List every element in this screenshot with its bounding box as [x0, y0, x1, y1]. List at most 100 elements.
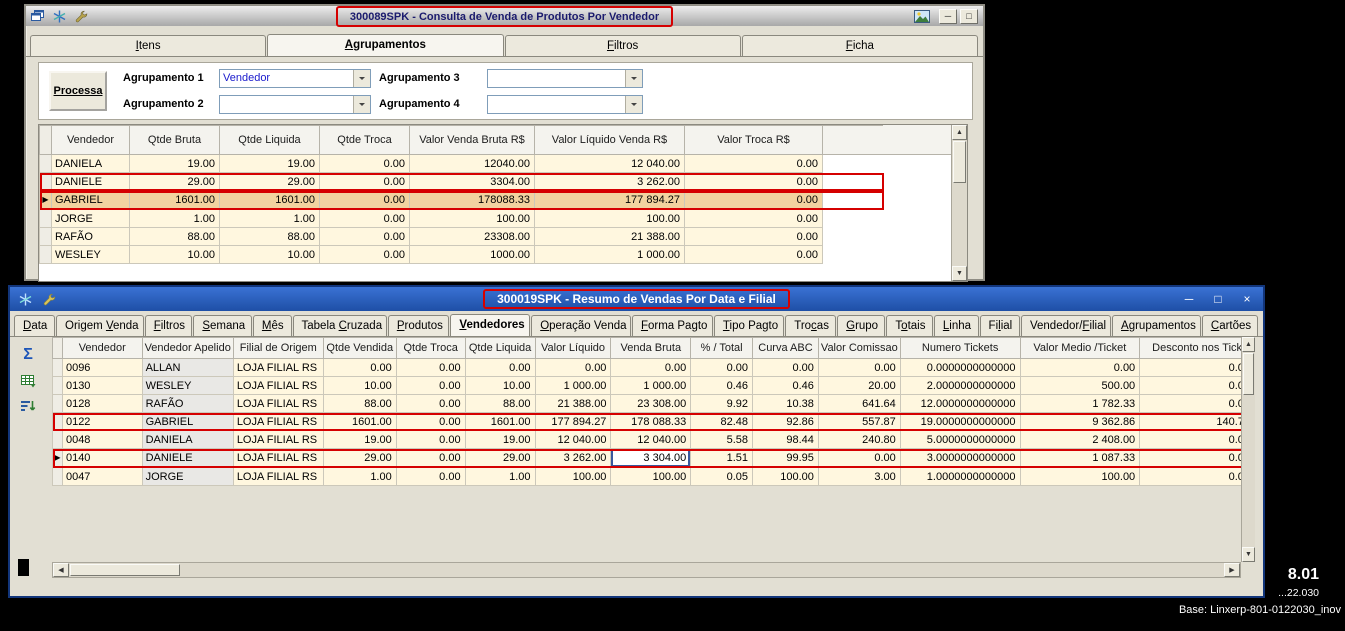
cell[interactable]: GABRIEL	[141, 412, 234, 431]
agrupamento-3-select[interactable]	[487, 68, 643, 88]
cell[interactable]: 2.0000000000000	[899, 376, 1021, 395]
cell[interactable]: 0.00	[319, 245, 410, 264]
column-header[interactable]: Desconto nos Tick	[1139, 337, 1255, 359]
agrupamento-1-select[interactable]: Vendedor	[219, 68, 371, 88]
table-row[interactable]: JORGE 1.00 1.00 0.00 100.00 100.00 0.00	[39, 209, 884, 228]
cell[interactable]: JORGE	[51, 209, 130, 228]
cascade-windows-icon[interactable]	[31, 10, 44, 22]
cell[interactable]: 12.0000000000000	[899, 394, 1021, 413]
cell[interactable]: 98.44	[752, 430, 819, 449]
cell[interactable]: 0.00	[684, 209, 823, 228]
cell[interactable]: 12 040.00	[534, 154, 685, 173]
cell[interactable]: 1.51	[690, 448, 754, 468]
cell[interactable]: 1.00	[322, 467, 397, 486]
cell[interactable]: 0.00	[322, 358, 397, 377]
cell[interactable]: DANIELE	[141, 448, 234, 468]
column-header[interactable]: Qtde Liquida	[464, 337, 536, 359]
scroll-up-button[interactable]: ▲	[952, 125, 967, 140]
cell[interactable]: GABRIEL	[51, 190, 130, 210]
cell[interactable]: 1 782.33	[1019, 394, 1141, 413]
table-row[interactable]: 0128 RAFÃO LOJA FILIAL RS 88.00 0.00 88.00 21 …	[52, 394, 1255, 413]
scrollbar-thumb[interactable]	[1243, 353, 1254, 395]
table-row[interactable]: 0048 DANIELA LOJA FILIAL RS 19.00 0.00 19.00 1…	[52, 430, 1255, 449]
cell[interactable]: 0.00	[610, 358, 692, 377]
cell[interactable]: 1000.00	[409, 245, 535, 264]
chevron-down-icon[interactable]	[625, 95, 642, 113]
cell[interactable]: RAFÃO	[51, 227, 130, 246]
cell[interactable]: LOJA FILIAL RS	[232, 358, 324, 377]
cell[interactable]: 19.00	[322, 430, 397, 449]
scrollbar-thumb[interactable]	[70, 564, 180, 576]
chevron-down-icon[interactable]	[353, 69, 370, 87]
cell[interactable]: 0.00	[395, 376, 466, 395]
processa-button[interactable]: Processa	[49, 71, 107, 111]
cell[interactable]: 0.00	[1139, 430, 1255, 449]
cell[interactable]: 0.00	[817, 358, 901, 377]
cell[interactable]: RAFÃO	[141, 394, 234, 413]
cell[interactable]: 0.00	[319, 227, 410, 246]
cell[interactable]: 100.00	[534, 209, 685, 228]
scrollbar-track[interactable]	[1242, 396, 1255, 547]
tab-produtos[interactable]: Produtos	[387, 315, 450, 336]
cell[interactable]: 178088.33	[409, 190, 535, 210]
table-row[interactable]: ▶ 0140 DANIELE LOJA FILIAL RS 29.00 0.00 29.00…	[52, 448, 1255, 468]
cell[interactable]: 99.95	[752, 448, 819, 468]
cell[interactable]: 1.0000000000000	[899, 467, 1021, 486]
cell[interactable]: 1.00	[219, 209, 320, 228]
vertical-scrollbar[interactable]: ▲ ▼	[1241, 337, 1255, 562]
cell[interactable]: DANIELA	[141, 430, 234, 449]
cell[interactable]: 10.00	[219, 245, 320, 264]
cell[interactable]: 10.00	[129, 245, 220, 264]
tab-agrupamentos[interactable]: Agrupamentos	[1112, 315, 1201, 336]
cell[interactable]: 0.00	[395, 467, 466, 486]
cell[interactable]: 19.00	[219, 154, 320, 173]
vertical-scrollbar[interactable]: ▲ ▼	[951, 125, 967, 281]
agrupamento-4-select[interactable]	[487, 94, 643, 114]
cell[interactable]: 0.0000000000000	[899, 358, 1021, 377]
cell[interactable]: 3 262.00	[534, 172, 685, 191]
tab-agrupamentos[interactable]: Agrupamentos	[267, 34, 504, 56]
cell[interactable]: 0096	[61, 358, 143, 377]
cell[interactable]: 1.00	[464, 467, 536, 486]
column-header[interactable]: Valor Troca R$	[684, 125, 823, 155]
cell[interactable]: 240.80	[817, 430, 901, 449]
tab-trocas[interactable]: Trocas	[785, 315, 837, 336]
cell[interactable]: 12 040.00	[610, 430, 692, 449]
cell[interactable]: 19.00	[464, 430, 536, 449]
tab-forma-pagto[interactable]: Forma Pagto	[631, 315, 713, 336]
tab-ficha[interactable]: Ficha	[741, 35, 978, 56]
cell[interactable]: 0.00	[1019, 358, 1141, 377]
cell[interactable]: 0.00	[684, 154, 823, 173]
cell[interactable]: 0.00	[395, 394, 466, 413]
cell[interactable]: 0.05	[690, 467, 754, 486]
cell[interactable]: 12 040.00	[534, 430, 612, 449]
cell[interactable]: 0.00	[684, 227, 823, 246]
cell[interactable]: 21 388.00	[534, 227, 685, 246]
cell[interactable]: 0.00	[1139, 448, 1255, 468]
cell[interactable]: 23 308.00	[610, 394, 692, 413]
scroll-down-button[interactable]: ▼	[952, 266, 967, 281]
cell[interactable]: 0.00	[319, 190, 410, 210]
table-row[interactable]: 0122 GABRIEL LOJA FILIAL RS 1601.00 0.00 1601…	[52, 412, 1255, 431]
scrollbar-track[interactable]	[181, 563, 1224, 577]
cell[interactable]: 0.00	[395, 430, 466, 449]
cell[interactable]: 0.00	[1139, 467, 1255, 486]
cell[interactable]: LOJA FILIAL RS	[232, 467, 324, 486]
table-row[interactable]: ▶ GABRIEL 1601.00 1601.00 0.00 178088.33 177 8…	[39, 190, 884, 210]
chevron-down-icon[interactable]	[353, 95, 370, 113]
cell[interactable]: 1 000.00	[534, 376, 612, 395]
cell[interactable]: 10.00	[464, 376, 536, 395]
cell[interactable]: 0.00	[690, 358, 754, 377]
column-header[interactable]: Valor Venda Bruta R$	[409, 125, 535, 155]
tab-tipo-pagto[interactable]: Tipo Pagto	[713, 315, 785, 336]
cell[interactable]: LOJA FILIAL RS	[232, 394, 324, 413]
cell[interactable]: 3 304.00	[610, 448, 692, 468]
column-header[interactable]: Filial de Origem	[232, 337, 324, 359]
cell[interactable]: 1 000.00	[534, 245, 685, 264]
scroll-up-button[interactable]: ▲	[1242, 337, 1255, 352]
cell[interactable]: 641.64	[817, 394, 901, 413]
table-row[interactable]: 0130 WESLEY LOJA FILIAL RS 10.00 0.00 10.00 1 …	[52, 376, 1255, 395]
cell[interactable]: 0.46	[752, 376, 819, 395]
image-icon[interactable]	[914, 9, 930, 23]
tab-opera-o-venda[interactable]: Operação Venda	[531, 315, 631, 336]
